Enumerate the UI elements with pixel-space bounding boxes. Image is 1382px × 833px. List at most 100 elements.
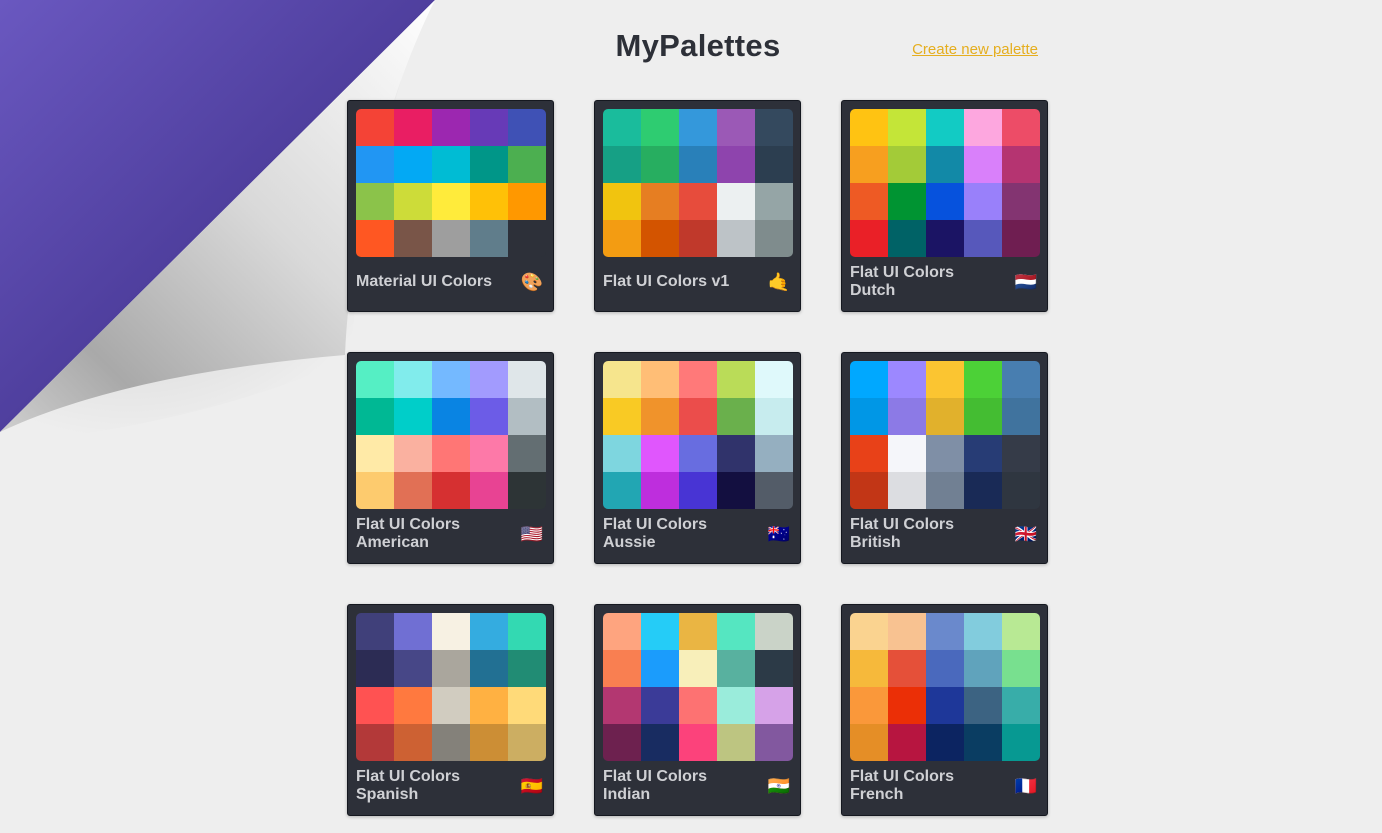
- color-swatch[interactable]: [356, 109, 394, 146]
- color-swatch[interactable]: [356, 650, 394, 687]
- color-swatch[interactable]: [850, 220, 888, 257]
- color-swatch[interactable]: [679, 724, 717, 761]
- color-swatch[interactable]: [470, 220, 508, 257]
- color-swatch[interactable]: [603, 613, 641, 650]
- color-swatch[interactable]: [850, 146, 888, 183]
- color-swatch[interactable]: [926, 687, 964, 724]
- palette-card[interactable]: Flat UI Colors American 🇺🇸: [347, 352, 554, 564]
- color-swatch[interactable]: [850, 183, 888, 220]
- color-swatch[interactable]: [679, 472, 717, 509]
- color-swatch[interactable]: [850, 687, 888, 724]
- color-swatch[interactable]: [603, 109, 641, 146]
- color-swatch[interactable]: [1002, 109, 1040, 146]
- color-swatch[interactable]: [1002, 435, 1040, 472]
- color-swatch[interactable]: [356, 724, 394, 761]
- color-swatch[interactable]: [755, 398, 793, 435]
- color-swatch[interactable]: [356, 146, 394, 183]
- color-swatch[interactable]: [641, 472, 679, 509]
- color-swatch[interactable]: [470, 435, 508, 472]
- color-swatch[interactable]: [470, 724, 508, 761]
- color-swatch[interactable]: [926, 361, 964, 398]
- color-swatch[interactable]: [888, 724, 926, 761]
- color-swatch[interactable]: [432, 724, 470, 761]
- color-swatch[interactable]: [679, 361, 717, 398]
- palette-card[interactable]: Material UI Colors 🎨: [347, 100, 554, 312]
- color-swatch[interactable]: [717, 613, 755, 650]
- color-swatch[interactable]: [964, 361, 1002, 398]
- color-swatch[interactable]: [356, 183, 394, 220]
- color-swatch[interactable]: [850, 724, 888, 761]
- color-swatch[interactable]: [1002, 220, 1040, 257]
- color-swatch[interactable]: [717, 146, 755, 183]
- color-swatch[interactable]: [755, 472, 793, 509]
- color-swatch[interactable]: [888, 613, 926, 650]
- color-swatch[interactable]: [508, 398, 546, 435]
- color-swatch[interactable]: [470, 183, 508, 220]
- color-swatch[interactable]: [603, 724, 641, 761]
- color-swatch[interactable]: [641, 398, 679, 435]
- color-swatch[interactable]: [508, 109, 546, 146]
- color-swatch[interactable]: [1002, 613, 1040, 650]
- color-swatch[interactable]: [850, 109, 888, 146]
- color-swatch[interactable]: [717, 109, 755, 146]
- palette-card[interactable]: Flat UI Colors Spanish 🇪🇸: [347, 604, 554, 816]
- color-swatch[interactable]: [679, 220, 717, 257]
- color-swatch[interactable]: [394, 435, 432, 472]
- color-swatch[interactable]: [679, 146, 717, 183]
- color-swatch[interactable]: [717, 435, 755, 472]
- color-swatch[interactable]: [603, 183, 641, 220]
- color-swatch[interactable]: [850, 398, 888, 435]
- color-swatch[interactable]: [717, 398, 755, 435]
- color-swatch[interactable]: [508, 724, 546, 761]
- color-swatch[interactable]: [470, 613, 508, 650]
- color-swatch[interactable]: [926, 220, 964, 257]
- color-swatch[interactable]: [717, 724, 755, 761]
- color-swatch[interactable]: [1002, 687, 1040, 724]
- color-swatch[interactable]: [679, 687, 717, 724]
- palette-card[interactable]: Flat UI Colors Aussie 🇦🇺: [594, 352, 801, 564]
- color-swatch[interactable]: [470, 687, 508, 724]
- color-swatch[interactable]: [888, 146, 926, 183]
- color-swatch[interactable]: [470, 146, 508, 183]
- color-swatch[interactable]: [356, 398, 394, 435]
- palette-card[interactable]: Flat UI Colors Indian 🇮🇳: [594, 604, 801, 816]
- color-swatch[interactable]: [964, 183, 1002, 220]
- palette-card[interactable]: Flat UI Colors British 🇬🇧: [841, 352, 1048, 564]
- color-swatch[interactable]: [888, 435, 926, 472]
- color-swatch[interactable]: [679, 183, 717, 220]
- color-swatch[interactable]: [508, 687, 546, 724]
- color-swatch[interactable]: [356, 435, 394, 472]
- color-swatch[interactable]: [603, 650, 641, 687]
- color-swatch[interactable]: [356, 687, 394, 724]
- color-swatch[interactable]: [641, 146, 679, 183]
- color-swatch[interactable]: [394, 361, 432, 398]
- color-swatch[interactable]: [679, 398, 717, 435]
- color-swatch[interactable]: [755, 687, 793, 724]
- color-swatch[interactable]: [394, 724, 432, 761]
- color-swatch[interactable]: [603, 361, 641, 398]
- color-swatch[interactable]: [432, 361, 470, 398]
- color-swatch[interactable]: [641, 220, 679, 257]
- color-swatch[interactable]: [603, 435, 641, 472]
- color-swatch[interactable]: [926, 435, 964, 472]
- color-swatch[interactable]: [888, 398, 926, 435]
- color-swatch[interactable]: [470, 472, 508, 509]
- color-swatch[interactable]: [603, 220, 641, 257]
- color-swatch[interactable]: [432, 613, 470, 650]
- color-swatch[interactable]: [850, 650, 888, 687]
- color-swatch[interactable]: [964, 220, 1002, 257]
- color-swatch[interactable]: [926, 398, 964, 435]
- color-swatch[interactable]: [679, 435, 717, 472]
- color-swatch[interactable]: [470, 650, 508, 687]
- color-swatch[interactable]: [394, 398, 432, 435]
- color-swatch[interactable]: [641, 613, 679, 650]
- color-swatch[interactable]: [755, 650, 793, 687]
- color-swatch[interactable]: [432, 687, 470, 724]
- color-swatch[interactable]: [850, 361, 888, 398]
- color-swatch[interactable]: [1002, 472, 1040, 509]
- color-swatch[interactable]: [755, 109, 793, 146]
- color-swatch[interactable]: [432, 398, 470, 435]
- color-swatch[interactable]: [888, 109, 926, 146]
- palette-card[interactable]: Flat UI Colors Dutch 🇳🇱: [841, 100, 1048, 312]
- color-swatch[interactable]: [508, 220, 546, 257]
